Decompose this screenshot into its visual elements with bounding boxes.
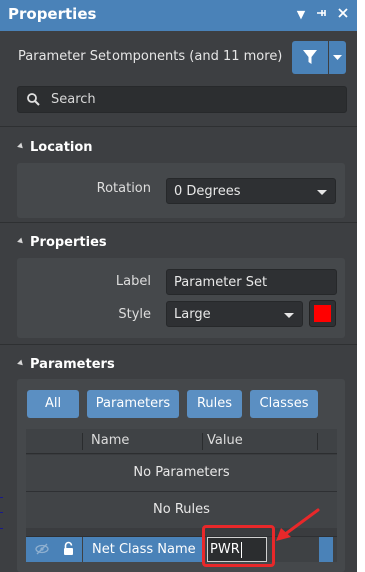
filter-classes-button[interactable]: Classes — [250, 390, 318, 418]
column-value[interactable]: Value — [207, 433, 243, 448]
filter-parameters-button[interactable]: Parameters — [87, 390, 179, 418]
row-name-cell[interactable]: Net Class Name — [83, 537, 202, 562]
search-placeholder: Search — [51, 92, 96, 107]
label-field-label: Label — [115, 274, 151, 289]
section-location[interactable]: Location — [17, 140, 93, 155]
style-label: Style — [118, 307, 151, 322]
close-icon[interactable] — [336, 7, 350, 23]
selection-filter-button[interactable] — [292, 41, 328, 74]
label-input[interactable]: Parameter Set — [166, 269, 337, 295]
collapse-icon — [17, 142, 25, 151]
page-edge — [357, 0, 365, 572]
location-box: Rotation 0 Degrees — [17, 163, 345, 218]
properties-panel: Properties ▼ Parameter Set omponents (an… — [0, 0, 357, 572]
style-dropdown[interactable]: Large — [166, 301, 303, 327]
filter-dropdown-button[interactable] — [329, 41, 346, 74]
panel-title: Properties — [8, 5, 97, 23]
selection-type-label: Parameter Set — [18, 49, 112, 64]
rotation-label: Rotation — [96, 181, 151, 196]
search-icon — [27, 93, 40, 106]
chevron-down-icon — [333, 55, 342, 60]
filter-rules-button[interactable]: Rules — [187, 390, 242, 418]
properties-box: Label Parameter Set Style Large — [17, 258, 345, 338]
collapse-icon — [17, 237, 25, 246]
pin-icon[interactable] — [314, 7, 328, 23]
annotation-highlight-box — [202, 525, 275, 567]
search-input[interactable]: Search — [17, 86, 347, 113]
divider — [0, 222, 357, 223]
divider — [0, 344, 357, 345]
filter-icon — [303, 50, 317, 64]
divider — [0, 126, 357, 127]
no-parameters-row: No Parameters — [26, 455, 337, 491]
section-properties[interactable]: Properties — [17, 235, 107, 250]
dropdown-icon[interactable]: ▼ — [294, 7, 308, 23]
panel-titlebar: Properties ▼ — [0, 0, 357, 31]
section-parameters[interactable]: Parameters — [17, 357, 115, 372]
collapse-icon — [17, 359, 25, 368]
lock-icon[interactable] — [63, 541, 74, 556]
rotation-dropdown[interactable]: 0 Degrees — [166, 178, 336, 204]
selection-summary: omponents (and 11 more) — [112, 49, 283, 64]
color-swatch — [314, 305, 331, 322]
table-header: Name Value — [26, 429, 337, 454]
chevron-down-icon — [317, 190, 327, 195]
row-icons-cell — [26, 537, 82, 562]
color-picker[interactable] — [309, 300, 336, 327]
visibility-off-icon[interactable] — [35, 542, 49, 556]
filter-all-button[interactable]: All — [27, 390, 79, 418]
annotation-arrow-icon — [276, 508, 320, 541]
chevron-down-icon — [284, 313, 294, 318]
column-name[interactable]: Name — [91, 433, 129, 448]
